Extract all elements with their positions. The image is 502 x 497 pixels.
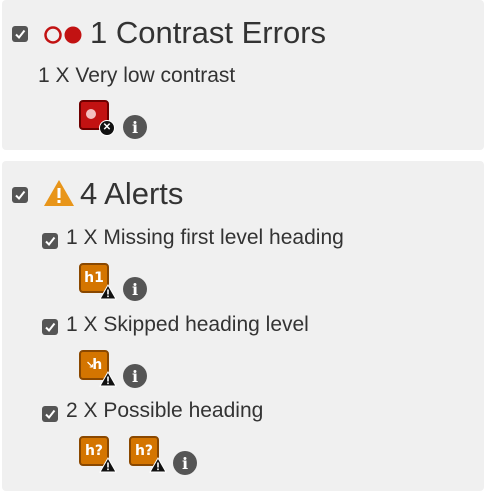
checkmark-icon xyxy=(15,190,26,201)
checkmark-icon xyxy=(45,236,56,247)
alerts-checkbox[interactable] xyxy=(12,187,28,203)
possible-heading-icon[interactable]: h? xyxy=(129,436,167,473)
contrast-error-circles-icon xyxy=(44,26,82,44)
info-icon[interactable]: i xyxy=(123,115,147,139)
very-low-contrast-icon[interactable]: ✕ xyxy=(79,100,115,136)
checkmark-icon xyxy=(15,29,26,40)
contrast-errors-panel: 1 Contrast Errors 1 X Very low contrast … xyxy=(2,0,484,150)
skipped-heading-level-label: 1 X Skipped heading level xyxy=(66,313,309,336)
missing-first-level-heading-label: 1 X Missing first level heading xyxy=(66,226,344,249)
warning-badge-icon xyxy=(99,457,117,473)
contrast-errors-title: 1 Contrast Errors xyxy=(90,15,327,50)
checkmark-icon xyxy=(45,322,56,333)
checkmark-icon xyxy=(45,409,56,420)
warning-badge-icon xyxy=(99,284,117,300)
warning-badge-icon xyxy=(149,457,167,473)
possible-heading-checkbox[interactable] xyxy=(42,406,58,422)
info-icon[interactable]: i xyxy=(123,364,147,388)
possible-heading-label: 2 X Possible heading xyxy=(66,399,264,422)
warning-badge-icon xyxy=(99,371,117,387)
contrast-errors-checkbox[interactable] xyxy=(12,26,28,42)
info-icon[interactable]: i xyxy=(173,451,197,475)
error-badge-icon: ✕ xyxy=(99,120,115,136)
skipped-heading-icon[interactable]: ↘ h xyxy=(79,350,117,387)
skipped-heading-level-checkbox[interactable] xyxy=(42,319,58,335)
very-low-contrast-label: 1 X Very low contrast xyxy=(38,64,236,87)
missing-first-level-heading-checkbox[interactable] xyxy=(42,233,58,249)
alerts-title: 4 Alerts xyxy=(80,176,184,211)
missing-h1-icon[interactable]: h1 xyxy=(79,263,117,300)
possible-heading-icon[interactable]: h? xyxy=(79,436,117,473)
warning-triangle-icon xyxy=(44,180,74,206)
alerts-panel: 4 Alerts 1 X Missing first level heading… xyxy=(2,161,484,491)
info-icon[interactable]: i xyxy=(123,277,147,301)
